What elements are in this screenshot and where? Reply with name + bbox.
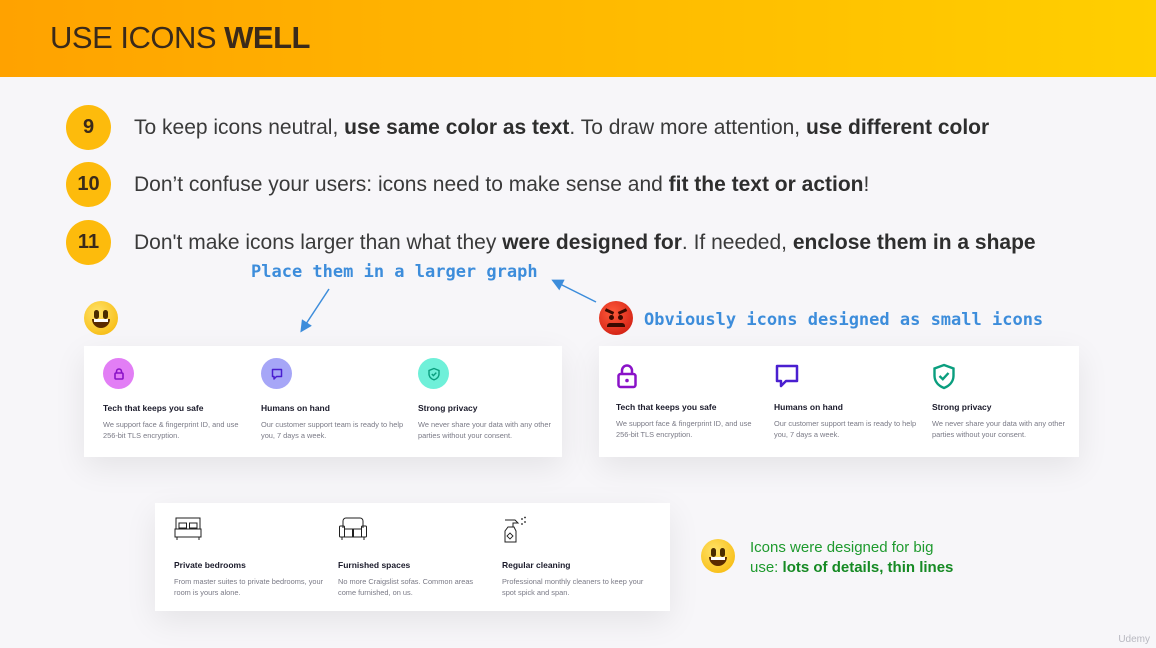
lock-icon (103, 358, 134, 389)
feature-card-bare-icons: Tech that keeps you safe We support face… (599, 346, 1079, 457)
shield-check-icon (932, 363, 1082, 390)
feature-title: Regular cleaning (502, 560, 571, 570)
feature-description: We support face & fingerprint ID, and us… (103, 420, 239, 441)
feature-item: Strong privacy We never share your data … (418, 358, 568, 442)
shield-check-icon (418, 358, 449, 389)
spray-bottle-icon (502, 516, 657, 544)
feature-item: Furnished spaces No more Craigslist sofa… (338, 516, 488, 599)
feature-item: Regular cleaning Professional monthly cl… (502, 516, 657, 599)
smiley-emoji-icon (701, 539, 735, 573)
smiley-emoji-icon (84, 301, 118, 335)
udemy-watermark: Udemy (1118, 634, 1150, 645)
feature-card-big-icons: Private bedrooms From master suites to p… (155, 503, 670, 611)
feature-title: Strong privacy (932, 402, 992, 412)
feature-title: Private bedrooms (174, 560, 246, 570)
feature-description: From master suites to private bedrooms, … (174, 577, 324, 598)
bed-icon (174, 516, 324, 544)
angry-face-emoji-icon (599, 301, 633, 335)
feature-item: Humans on hand Our customer support team… (261, 358, 411, 442)
chat-bubble-icon (261, 358, 292, 389)
feature-title: Strong privacy (418, 403, 478, 413)
lock-icon (616, 363, 766, 390)
feature-title: Humans on hand (261, 403, 330, 413)
chat-bubble-icon (774, 363, 924, 390)
feature-item: Tech that keeps you safe We support face… (616, 363, 766, 441)
feature-description: We never share your data with any other … (932, 419, 1065, 440)
arrow-to-left-card (300, 288, 330, 333)
feature-title: Tech that keeps you safe (616, 402, 717, 412)
feature-description: Professional monthly cleaners to keep yo… (502, 577, 644, 598)
feature-description: We support face & fingerprint ID, and us… (616, 419, 752, 440)
feature-item: Strong privacy We never share your data … (932, 363, 1082, 441)
sofa-icon (338, 516, 488, 544)
feature-item: Tech that keeps you safe We support face… (103, 358, 253, 442)
feature-title: Humans on hand (774, 402, 843, 412)
feature-description: We never share your data with any other … (418, 420, 551, 441)
feature-description: Our customer support team is ready to he… (261, 420, 404, 441)
arrow-to-larger-graph-label (551, 279, 597, 303)
feature-item: Private bedrooms From master suites to p… (174, 516, 324, 599)
feature-title: Furnished spaces (338, 560, 411, 570)
feature-item: Humans on hand Our customer support team… (774, 363, 924, 441)
feature-description: Our customer support team is ready to he… (774, 419, 917, 440)
feature-description: No more Craigslist sofas. Common areas c… (338, 577, 474, 598)
feature-title: Tech that keeps you safe (103, 403, 204, 413)
big-icons-note: Icons were designed for big use: lots of… (750, 539, 954, 576)
feature-card-enclosed-icons: Tech that keeps you safe We support face… (84, 346, 562, 457)
